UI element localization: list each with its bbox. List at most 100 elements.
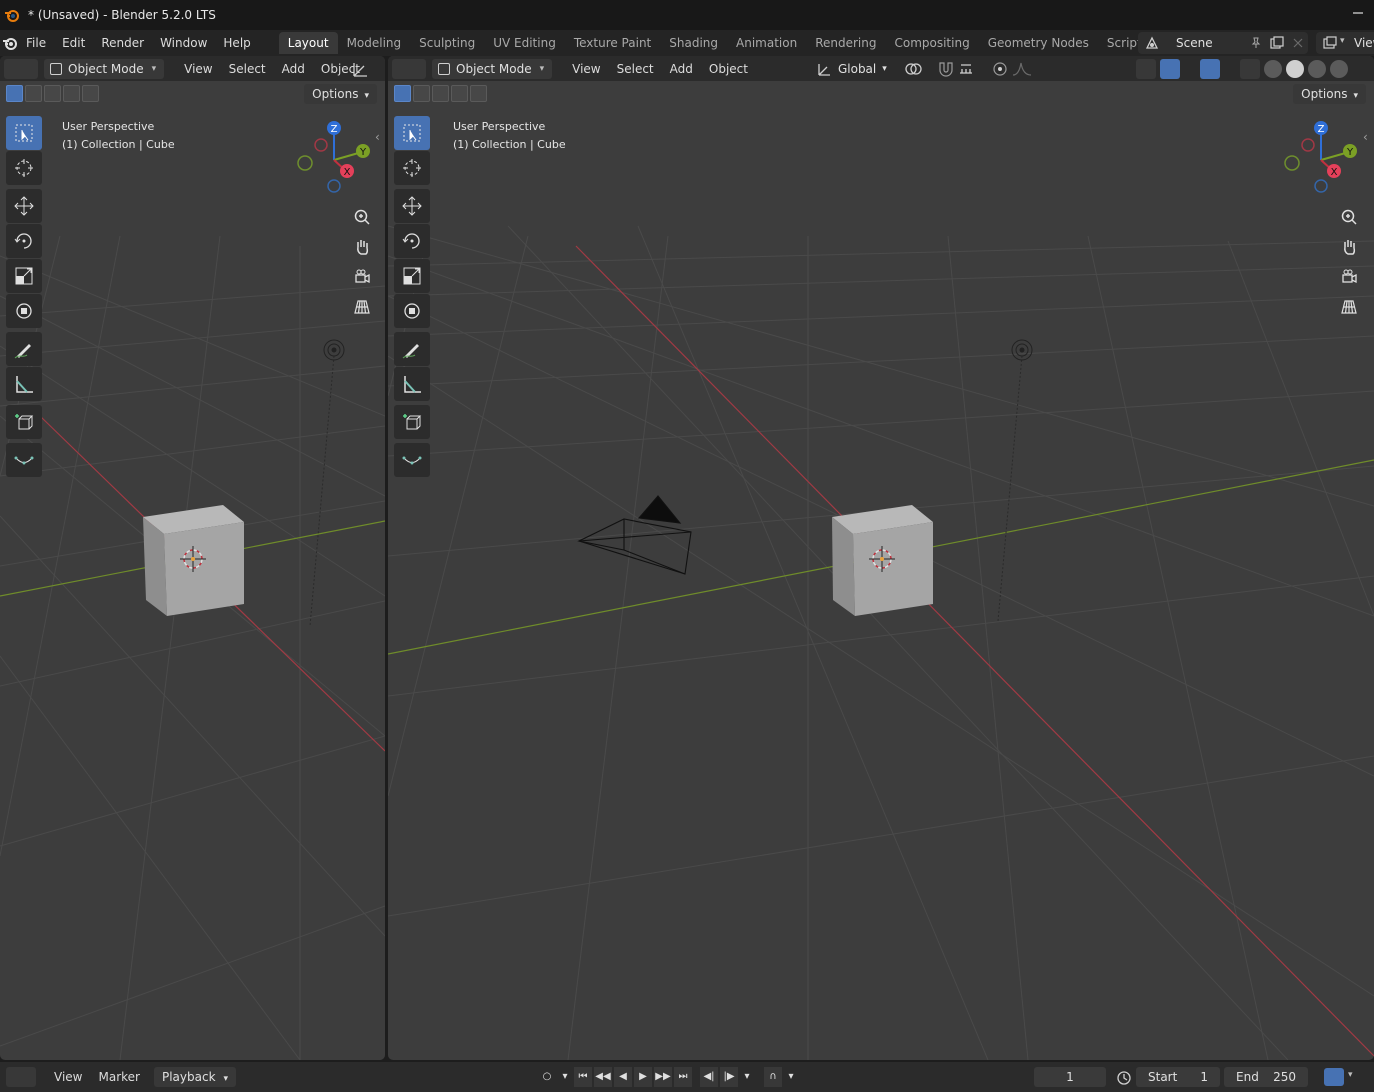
visibility-eye-icon[interactable] [1136,59,1156,79]
jump-start-icon[interactable]: ⏮ [574,1067,592,1087]
editor-type-3d-view-icon[interactable] [4,58,38,79]
select-new-icon[interactable] [394,85,411,102]
pivot-point-icon[interactable] [903,59,929,79]
select-intersect-icon[interactable] [82,85,99,102]
falloff-icon[interactable] [1011,59,1037,79]
pin-icon[interactable] [1250,37,1262,49]
camera-view-icon[interactable] [349,264,375,290]
navigation-gizmo[interactable]: Z Y X [292,118,376,202]
timeline-menu-marker[interactable]: Marker [90,1070,147,1084]
tool-add-cube[interactable] [394,405,430,439]
preview-range-clock-icon[interactable] [1116,1070,1132,1086]
prev-keyframe-icon[interactable]: ◀◀ [594,1067,612,1087]
frame-step-chevron-icon[interactable]: ▾ [740,1067,754,1087]
menu-view[interactable]: View [176,62,220,76]
tool-select-box[interactable] [6,116,42,150]
overlay-chevron-icon[interactable]: ▾ [1348,1070,1353,1080]
select-subtract-icon[interactable] [432,85,449,102]
tool-extrude[interactable] [6,443,42,477]
viewport-left[interactable]: Object Mode ▾ View Select Add Object Opt… [0,56,385,1060]
perspective-grid-icon[interactable] [349,294,375,320]
play-reverse-icon[interactable]: ◀ [614,1067,632,1087]
sidebar-toggle-icon[interactable]: ‹ [1363,130,1368,144]
tool-scale[interactable] [394,259,430,293]
pan-hand-icon[interactable] [349,234,375,260]
transform-orientation-icon[interactable] [350,59,380,79]
viewport-right-scene[interactable] [388,56,1374,1060]
tab-uv-editing[interactable]: UV Editing [484,32,565,54]
options-dropdown[interactable]: Options ▾ [1293,84,1366,104]
tool-transform[interactable] [6,294,42,328]
object-mode-dropdown[interactable]: Object Mode ▾ [44,58,165,79]
menu-edit[interactable]: Edit [54,32,93,54]
tool-annotate[interactable] [394,332,430,366]
tool-rotate[interactable] [6,224,42,258]
tab-sculpting[interactable]: Sculpting [410,32,484,54]
navigation-gizmo[interactable]: Z Y X [1279,118,1363,202]
viewport-left-scene[interactable] [0,56,385,1060]
blender-menu-icon[interactable] [2,35,18,51]
start-frame-field[interactable]: Start 1 [1136,1067,1220,1087]
menu-add[interactable]: Add [274,62,313,76]
menu-add[interactable]: Add [662,62,701,76]
tab-layout[interactable]: Layout [278,32,338,54]
tab-animation[interactable]: Animation [727,32,806,54]
tool-cursor[interactable] [6,151,42,185]
menu-select[interactable]: Select [609,62,662,76]
pan-hand-icon[interactable] [1336,234,1362,260]
tool-cursor[interactable] [394,151,430,185]
tool-move[interactable] [394,189,430,223]
record-options-chevron-icon[interactable]: ▾ [558,1067,572,1087]
camera-view-icon[interactable] [1336,264,1362,290]
tool-transform[interactable] [394,294,430,328]
tab-texture-paint[interactable]: Texture Paint [565,32,660,54]
jump-end-icon[interactable]: ⏭ [674,1067,692,1087]
select-extend-icon[interactable] [413,85,430,102]
shading-rendered-icon[interactable] [1330,60,1348,78]
xray-toggle-icon[interactable] [1240,59,1260,79]
tab-compositing[interactable]: Compositing [885,32,978,54]
select-subtract-icon[interactable] [44,85,61,102]
select-extend-icon[interactable] [25,85,42,102]
menu-file[interactable]: File [18,32,54,54]
gizmo-toggle-icon[interactable] [1160,59,1180,79]
play-icon[interactable]: ▶ [634,1067,652,1087]
menu-window[interactable]: Window [152,32,215,54]
overlays-options-chevron-icon[interactable] [1224,59,1236,79]
menu-view[interactable]: View [564,62,608,76]
menu-object[interactable]: Object [701,62,756,76]
editor-type-timeline-icon[interactable] [6,1067,36,1087]
select-invert-icon[interactable] [451,85,468,102]
select-invert-icon[interactable] [63,85,80,102]
next-frame-icon[interactable]: |▶ [720,1067,738,1087]
zoom-icon[interactable] [1336,204,1362,230]
view-layer-selector[interactable]: ▾ View [1316,32,1374,54]
delete-scene-icon[interactable] [1292,37,1304,49]
tab-modeling[interactable]: Modeling [338,32,411,54]
new-scene-icon[interactable] [1270,36,1284,50]
shading-options-chevron-icon[interactable] [1352,59,1364,79]
editor-type-3d-view-icon[interactable] [392,58,426,79]
proportional-editing-icon[interactable] [989,59,1011,79]
tool-scale[interactable] [6,259,42,293]
shading-material-icon[interactable] [1308,60,1326,78]
auto-keying-snap-icon[interactable]: ∩ [764,1067,782,1087]
zoom-icon[interactable] [349,204,375,230]
tool-annotate[interactable] [6,332,42,366]
tab-geometry-nodes[interactable]: Geometry Nodes [979,32,1098,54]
snap-chevron-icon[interactable]: ▾ [784,1067,798,1087]
shading-wireframe-icon[interactable] [1264,60,1282,78]
next-keyframe-icon[interactable]: ▶▶ [654,1067,672,1087]
end-frame-field[interactable]: End 250 [1224,1067,1308,1087]
menu-render[interactable]: Render [93,32,152,54]
timeline-menu-view[interactable]: View [46,1070,90,1084]
overlay-toggle-icon[interactable] [1324,1068,1344,1086]
tab-rendering[interactable]: Rendering [806,32,885,54]
playback-dropdown[interactable]: Playback ▾ [153,1067,237,1087]
menu-select[interactable]: Select [221,62,274,76]
prev-frame-icon[interactable]: ◀| [700,1067,718,1087]
shading-solid-icon[interactable] [1286,60,1304,78]
scene-selector[interactable]: Scene [1138,32,1308,54]
tool-select-box[interactable] [394,116,430,150]
tool-measure[interactable] [394,367,430,401]
